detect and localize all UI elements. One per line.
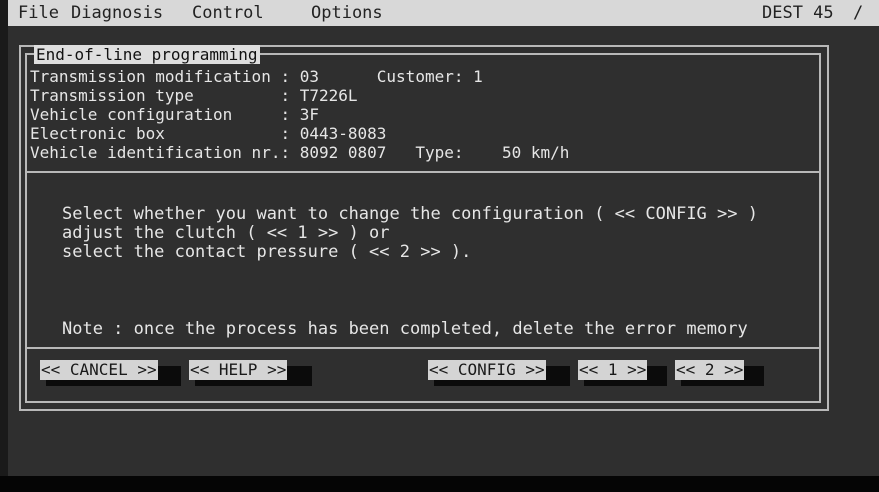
help-button[interactable]: << HELP >> bbox=[189, 360, 288, 380]
menu-diagnosis[interactable]: Diagnosis bbox=[71, 0, 163, 26]
info-row-vehicle-configuration: Vehicle configuration : 3F bbox=[30, 105, 319, 124]
info-row-transmission-type: Transmission type : T7226L bbox=[30, 86, 358, 105]
message-line-3: select the contact pressure ( << 2 >> ). bbox=[62, 242, 472, 262]
info-row-electronic-box: Electronic box : 0443-8083 bbox=[30, 124, 387, 143]
screen-bottom-border bbox=[0, 476, 879, 492]
menu-options[interactable]: Options bbox=[311, 0, 383, 26]
divider-top bbox=[27, 171, 819, 173]
option-1-button[interactable]: << 1 >> bbox=[578, 360, 648, 380]
screen-left-border bbox=[0, 0, 8, 476]
cancel-button[interactable]: << CANCEL >> bbox=[40, 360, 158, 380]
info-row-transmission-modification: Transmission modification : 03 Customer:… bbox=[30, 67, 483, 86]
message-line-1: Select whether you want to change the co… bbox=[62, 204, 758, 224]
divider-bottom bbox=[27, 347, 819, 349]
message-line-2: adjust the clutch ( << 1 >> ) or bbox=[62, 223, 390, 243]
menu-control[interactable]: Control bbox=[192, 0, 264, 26]
note-text: Note : once the process has been complet… bbox=[62, 319, 748, 339]
menu-slash: / bbox=[853, 3, 864, 23]
device-label: DEST 45 bbox=[762, 3, 834, 23]
menu-file[interactable]: File bbox=[18, 0, 59, 26]
option-2-button[interactable]: << 2 >> bbox=[675, 360, 745, 380]
dialog-title: End-of-line programming bbox=[34, 45, 260, 64]
info-row-vehicle-id: Vehicle identification nr.: 8092 0807 Ty… bbox=[30, 143, 570, 162]
menu-bar: File Diagnosis Control Options DEST 45 / bbox=[8, 0, 879, 26]
config-button[interactable]: << CONFIG >> bbox=[428, 360, 546, 380]
